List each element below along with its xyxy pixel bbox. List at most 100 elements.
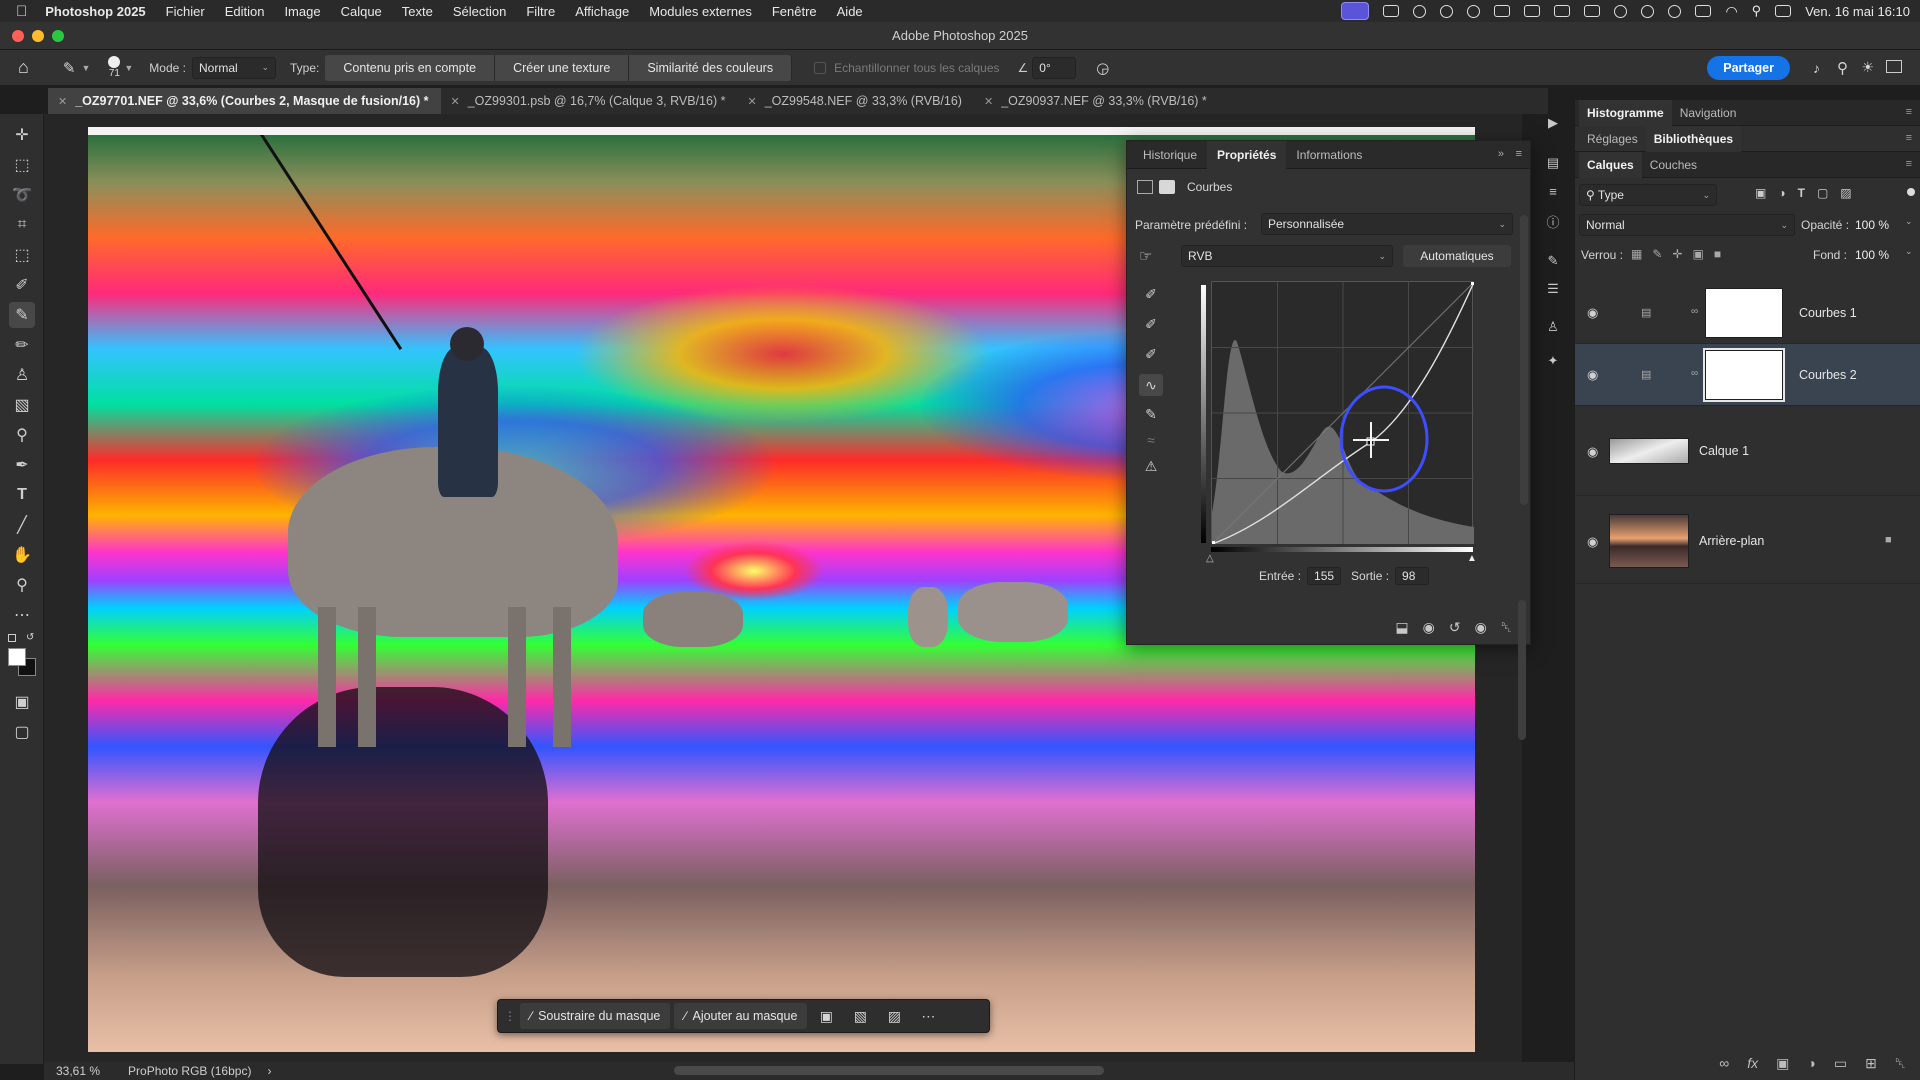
control-center-icon[interactable]: [1775, 5, 1792, 17]
target-adjustment-icon[interactable]: ☞: [1139, 247, 1152, 265]
clip-to-layer-icon[interactable]: ⬓: [1395, 619, 1408, 636]
foreground-color-swatch[interactable]: [8, 648, 26, 666]
default-colors-icon[interactable]: [8, 634, 16, 642]
white-input-slider[interactable]: ▲: [1467, 553, 1477, 564]
panel-menu-icon[interactable]: ≡: [1906, 106, 1912, 118]
clipboard-icon[interactable]: [1554, 5, 1571, 17]
brush-settings-icon[interactable]: ✎: [1542, 250, 1564, 272]
new-group-icon[interactable]: ▭: [1834, 1055, 1847, 1072]
lasso-tool-icon[interactable]: ➰: [9, 182, 35, 208]
curve-point-white[interactable]: [1471, 279, 1477, 285]
marquee-tool-icon[interactable]: ⬚: [9, 152, 35, 178]
link-icon[interactable]: ∞: [1691, 368, 1698, 379]
close-tab-icon[interactable]: ✕: [747, 95, 756, 108]
type-tool-icon[interactable]: T: [9, 482, 35, 508]
chevron-right-icon[interactable]: ›: [267, 1064, 271, 1078]
new-adjustment-layer-icon[interactable]: ◑: [1807, 1055, 1815, 1072]
preset-dropdown[interactable]: Personnalisée ⌄: [1261, 213, 1513, 235]
proximity-match-button[interactable]: Similarité des couleurs: [629, 54, 793, 81]
tab-bibliotheques[interactable]: Bibliothèques: [1645, 125, 1742, 152]
close-tab-icon[interactable]: ✕: [58, 95, 67, 108]
menubar-clock[interactable]: Ven. 16 mai 16:10: [1805, 4, 1910, 19]
new-layer-icon[interactable]: ⊞: [1865, 1055, 1877, 1072]
zoom-level[interactable]: 33,61 %: [56, 1064, 100, 1078]
layer-mask-thumbnail[interactable]: [1703, 348, 1785, 402]
visibility-eye-icon[interactable]: ◉: [1587, 367, 1598, 383]
opacity-value[interactable]: 100 %: [1855, 218, 1889, 232]
adjustment-filter-icon[interactable]: ◑: [1778, 186, 1785, 200]
layer-row[interactable]: ◉ ▤ ∞ Courbes 2: [1575, 344, 1920, 406]
tab-reglages[interactable]: Réglages: [1579, 126, 1646, 152]
tab-historique[interactable]: Historique: [1133, 141, 1207, 169]
curve-point-tool-icon[interactable]: ∿: [1139, 374, 1163, 396]
path-select-tool-icon[interactable]: ╱: [9, 512, 35, 538]
layer-mask-thumbnail[interactable]: [1705, 288, 1783, 338]
angle-field[interactable]: 0°: [1032, 56, 1077, 79]
close-tab-icon[interactable]: ✕: [451, 95, 460, 108]
user-icon[interactable]: [1614, 4, 1628, 18]
menu-image[interactable]: Image: [284, 4, 320, 19]
image-filter-icon[interactable]: ▣: [1755, 186, 1766, 200]
document-tab[interactable]: ✕ _OZ97701.NEF @ 33,6% (Courbes 2, Masque…: [48, 88, 441, 114]
more-tools-icon[interactable]: ⋯: [9, 602, 35, 628]
tab-couches[interactable]: Couches: [1642, 152, 1705, 178]
tab-proprietes[interactable]: Propriétés: [1207, 140, 1287, 169]
chevron-down-icon[interactable]: ⌄: [1905, 246, 1913, 257]
lock-transparency-icon[interactable]: ▦: [1631, 247, 1642, 261]
menu-filtre[interactable]: Filtre: [526, 4, 555, 19]
mask-options-icon[interactable]: ▣: [811, 1003, 841, 1029]
grid-icon[interactable]: [1524, 5, 1541, 17]
black-point-eyedropper-icon[interactable]: ✐: [1139, 283, 1163, 305]
input-field[interactable]: 155: [1307, 567, 1342, 585]
curves-graph[interactable]: [1209, 279, 1477, 547]
invert-mask-icon[interactable]: ▨: [879, 1003, 909, 1029]
create-texture-button[interactable]: Créer une texture: [495, 54, 630, 81]
swap-colors-icon[interactable]: ↺: [26, 632, 34, 643]
tab-calques[interactable]: Calques: [1579, 151, 1642, 178]
properties-scrollbar[interactable]: [1520, 215, 1528, 505]
window-icon[interactable]: [1584, 5, 1601, 17]
properties-icon[interactable]: ☰: [1542, 278, 1564, 300]
ps-icon[interactable]: [1494, 5, 1511, 17]
panel-menu-icon[interactable]: ≡: [1906, 158, 1912, 170]
cursor-icon[interactable]: [1413, 4, 1427, 18]
layer-row[interactable]: ◉ Calque 1: [1575, 406, 1920, 496]
black-input-slider[interactable]: △: [1206, 553, 1214, 564]
workspace-icon[interactable]: [1886, 60, 1902, 73]
screen-mode-icon[interactable]: ▢: [9, 719, 35, 745]
paths-icon[interactable]: ✦: [1542, 350, 1564, 372]
channel-dropdown[interactable]: RVB ⌄: [1181, 245, 1393, 267]
menu-calque[interactable]: Calque: [341, 4, 382, 19]
apple-menu-icon[interactable]: : [16, 3, 27, 20]
pressure-size-icon[interactable]: ◶: [1096, 59, 1109, 77]
chevron-down-icon[interactable]: ▼: [81, 63, 90, 73]
lock-pixels-icon[interactable]: ✎: [1652, 247, 1662, 261]
menu-aide[interactable]: Aide: [837, 4, 863, 19]
lock-artboard-icon[interactable]: ▣: [1692, 247, 1703, 261]
layer-filter-dropdown[interactable]: ⚲ Type ⌄: [1579, 184, 1717, 206]
menu-modules-externes[interactable]: Modules externes: [649, 4, 752, 19]
canvas-horizontal-scrollbar[interactable]: [674, 1066, 1104, 1075]
menu-fichier[interactable]: Fichier: [166, 4, 205, 19]
gradient-tool-icon[interactable]: ▧: [9, 392, 35, 418]
search-icon[interactable]: ⚲: [1837, 59, 1848, 77]
trash-icon[interactable]: ␡: [1895, 1055, 1906, 1072]
link-icon[interactable]: ∞: [1691, 306, 1698, 317]
visibility-eye-icon[interactable]: ◉: [1587, 305, 1598, 321]
bell-icon[interactable]: ♪: [1813, 60, 1820, 76]
drag-handle-icon[interactable]: ⋮: [504, 1009, 516, 1023]
hand-tool-icon[interactable]: ✋: [9, 542, 35, 568]
reset-icon[interactable]: ↺: [1449, 619, 1461, 636]
blend-mode-dropdown[interactable]: Normal ⌄: [1579, 214, 1795, 236]
view-previous-state-icon[interactable]: ◉: [1423, 619, 1435, 636]
lock-position-icon[interactable]: ✛: [1672, 247, 1682, 261]
smart-object-filter-icon[interactable]: ▨: [1840, 186, 1851, 200]
document-tab[interactable]: ✕ _OZ99548.NEF @ 33,3% (RVB/16): [737, 88, 974, 114]
lightbulb-icon[interactable]: ☀: [1861, 59, 1874, 76]
subtract-from-mask-button[interactable]: ∕ Soustraire du masque: [520, 1003, 671, 1029]
chevron-down-icon[interactable]: ▼: [124, 63, 133, 73]
sample-all-layers-checkbox[interactable]: [814, 61, 827, 74]
search-icon[interactable]: ⚲: [1752, 3, 1762, 19]
lock-all-icon[interactable]: ■: [1714, 247, 1721, 261]
visibility-eye-icon[interactable]: ◉: [1475, 619, 1487, 636]
